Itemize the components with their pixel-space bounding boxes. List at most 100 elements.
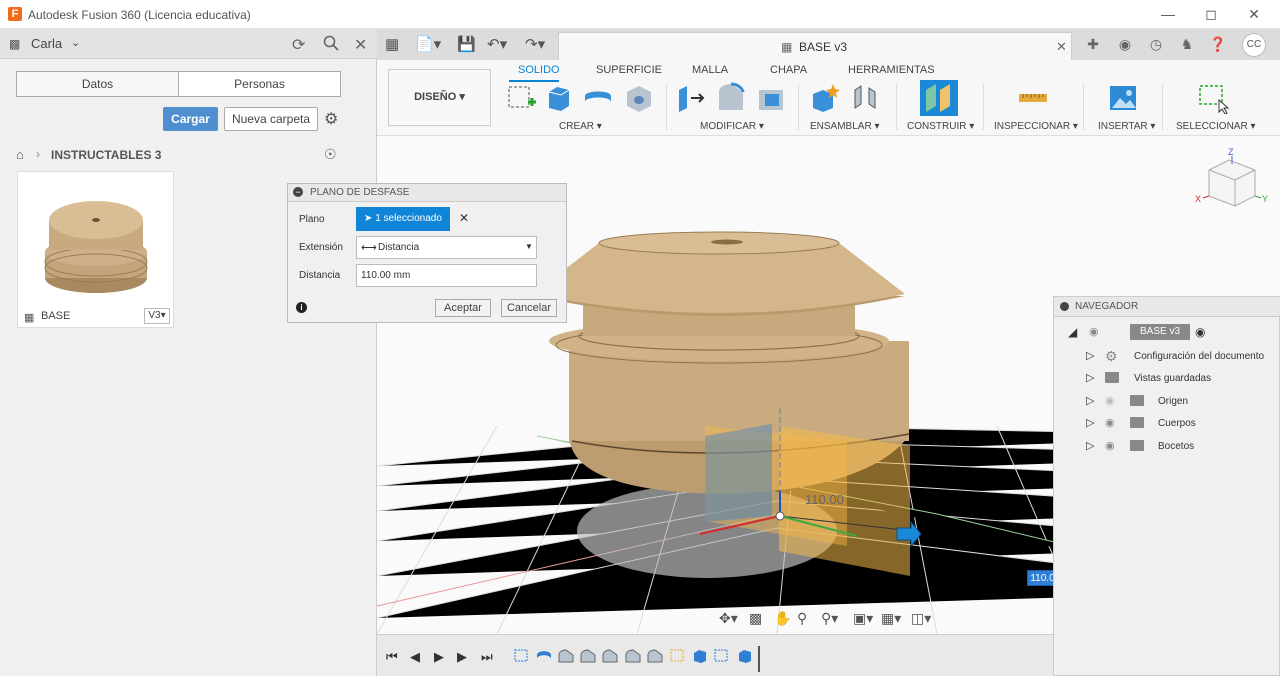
pan-icon[interactable]: ✋ bbox=[774, 610, 791, 627]
tab-datos[interactable]: Datos bbox=[16, 71, 179, 97]
avatar[interactable]: CC bbox=[1242, 33, 1266, 57]
expand-icon[interactable]: ▷ bbox=[1086, 349, 1094, 362]
fillet-feature-icon[interactable] bbox=[580, 649, 596, 663]
notifications-icon[interactable]: ♞ bbox=[1177, 34, 1197, 54]
press-pull-icon[interactable] bbox=[675, 82, 707, 114]
tab-solido[interactable]: SOLIDO bbox=[518, 64, 560, 76]
undo-icon[interactable]: ↶▾ bbox=[487, 35, 507, 53]
search-icon[interactable] bbox=[323, 35, 339, 56]
create-sketch-icon[interactable] bbox=[506, 82, 538, 114]
new-component-icon[interactable] bbox=[809, 82, 841, 114]
workspace-switcher[interactable]: DISEÑO ▾ bbox=[388, 69, 491, 126]
home-icon[interactable]: ⌂ bbox=[16, 147, 24, 162]
extent-select[interactable]: ⟷ Distancia ▼ bbox=[356, 236, 537, 259]
dialog-header[interactable]: − PLANO DE DESFASE bbox=[288, 184, 566, 202]
viewports-icon[interactable]: ◫▾ bbox=[911, 610, 931, 627]
ok-button[interactable]: Aceptar bbox=[435, 299, 491, 317]
group-construir[interactable]: CONSTRUIR ▾ bbox=[907, 121, 974, 132]
group-crear[interactable]: CREAR ▾ bbox=[559, 121, 602, 132]
collapse-icon[interactable] bbox=[1060, 302, 1069, 311]
expand-icon[interactable]: ▷ bbox=[1086, 416, 1094, 429]
orbit-icon[interactable]: ✥▾ bbox=[719, 610, 738, 627]
clear-selection-icon[interactable]: ✕ bbox=[459, 211, 469, 225]
document-tab[interactable]: ▦ BASE v3 ✕ bbox=[558, 32, 1072, 60]
fillet-icon[interactable] bbox=[715, 82, 747, 114]
activate-component-icon[interactable]: ◉ bbox=[1195, 325, 1205, 339]
navigator-root[interactable]: ◢ ◉ BASE v3 ◉ bbox=[1054, 324, 1280, 344]
joint-icon[interactable] bbox=[849, 82, 881, 114]
close-panel-icon[interactable]: ✕ bbox=[354, 35, 367, 55]
extrude-icon[interactable] bbox=[543, 82, 575, 114]
globe-icon[interactable]: ☉ bbox=[324, 146, 337, 163]
group-ensamblar[interactable]: ENSAMBLAR ▾ bbox=[810, 121, 879, 132]
new-folder-button[interactable]: Nueva carpeta bbox=[224, 107, 318, 131]
file-card[interactable]: ▦ BASE V3▾ bbox=[17, 171, 174, 328]
tab-chapa[interactable]: CHAPA bbox=[770, 64, 807, 76]
sketch-feature-icon[interactable] bbox=[514, 649, 530, 663]
version-badge[interactable]: V3▾ bbox=[144, 308, 170, 324]
eye-icon[interactable]: ◉ bbox=[1105, 439, 1115, 452]
hidden-eye-icon[interactable]: ◉ bbox=[1105, 394, 1115, 407]
go-to-end-icon[interactable]: ⏭ bbox=[481, 649, 493, 665]
grid-apps-icon[interactable]: ▦ bbox=[385, 35, 399, 53]
revolve-feature-icon[interactable] bbox=[536, 649, 552, 663]
navigator-item[interactable]: ▷ Vistas guardadas bbox=[1054, 368, 1280, 388]
refresh-icon[interactable]: ⟳ bbox=[292, 35, 305, 55]
select-window-icon[interactable] bbox=[1197, 82, 1229, 114]
eye-icon[interactable]: ◉ bbox=[1105, 416, 1115, 429]
fillet-feature-icon[interactable] bbox=[602, 649, 618, 663]
step-back-icon[interactable]: ◀ bbox=[410, 649, 420, 665]
maximize-icon[interactable]: ◻ bbox=[1196, 4, 1226, 24]
navigator-item[interactable]: ▷ ◉ Bocetos bbox=[1054, 436, 1280, 456]
save-icon[interactable]: 💾 bbox=[457, 35, 476, 53]
hole-icon[interactable] bbox=[623, 82, 655, 114]
gear-icon[interactable]: ⚙ bbox=[324, 109, 338, 129]
extensions-icon[interactable]: ◉ bbox=[1115, 34, 1135, 54]
info-icon[interactable]: i bbox=[296, 302, 307, 313]
help-icon[interactable]: ❓ bbox=[1208, 34, 1228, 54]
shell-icon[interactable] bbox=[755, 82, 787, 114]
grid-settings-icon[interactable]: ▦▾ bbox=[881, 610, 901, 627]
navigator-item[interactable]: ▷ ⚙ Configuración del documento bbox=[1054, 346, 1280, 366]
upload-button[interactable]: Cargar bbox=[163, 107, 218, 131]
collapse-icon[interactable]: − bbox=[293, 187, 303, 197]
expand-icon[interactable]: ▷ bbox=[1086, 371, 1094, 384]
new-tab-icon[interactable]: ✚ bbox=[1083, 34, 1103, 54]
extrude-feature-icon[interactable] bbox=[692, 649, 708, 663]
close-tab-icon[interactable]: ✕ bbox=[1056, 39, 1067, 55]
look-at-icon[interactable]: ▩ bbox=[749, 610, 762, 627]
zoom-icon[interactable]: ⚲ bbox=[797, 610, 807, 627]
fillet-feature-icon[interactable] bbox=[625, 649, 641, 663]
distance-input[interactable]: 110.00 mm bbox=[356, 264, 537, 287]
go-to-start-icon[interactable]: ⏮ bbox=[386, 649, 398, 665]
expand-icon[interactable]: ▷ bbox=[1086, 439, 1094, 452]
offset-plane-icon[interactable] bbox=[920, 80, 958, 116]
insert-image-icon[interactable] bbox=[1107, 82, 1139, 114]
tab-herramientas[interactable]: HERRAMIENTAS bbox=[848, 64, 935, 76]
play-icon[interactable]: ▶ bbox=[434, 649, 444, 665]
navigator-header[interactable]: NAVEGADOR bbox=[1054, 297, 1280, 317]
navigator-item[interactable]: ▷ ◉ Cuerpos bbox=[1054, 413, 1280, 433]
sketch-feature-icon[interactable] bbox=[714, 649, 730, 663]
redo-icon[interactable]: ↷▾ bbox=[525, 35, 545, 53]
chevron-down-icon[interactable]: ⌄ bbox=[71, 36, 80, 49]
breadcrumb-project[interactable]: INSTRUCTABLES 3 bbox=[51, 148, 161, 162]
group-modificar[interactable]: MODIFICAR ▾ bbox=[700, 121, 764, 132]
group-insertar[interactable]: INSERTAR ▾ bbox=[1098, 121, 1155, 132]
file-menu-icon[interactable]: 📄▾ bbox=[415, 35, 441, 53]
group-seleccionar[interactable]: SELECCIONAR ▾ bbox=[1176, 121, 1255, 132]
view-cube[interactable] bbox=[1204, 158, 1260, 210]
expand-icon[interactable]: ▷ bbox=[1086, 394, 1094, 407]
tab-superficie[interactable]: SUPERFICIE bbox=[596, 64, 662, 76]
navigator-item[interactable]: ▷ ◉ Origen bbox=[1054, 391, 1280, 411]
step-forward-icon[interactable]: ▶ bbox=[457, 649, 467, 665]
minimize-icon[interactable]: — bbox=[1153, 4, 1183, 24]
measure-icon[interactable] bbox=[1017, 82, 1049, 114]
cancel-button[interactable]: Cancelar bbox=[501, 299, 557, 317]
close-window-icon[interactable]: ✕ bbox=[1239, 4, 1269, 24]
revolve-icon[interactable] bbox=[582, 82, 614, 114]
display-settings-icon[interactable]: ▣▾ bbox=[853, 610, 873, 627]
job-status-icon[interactable]: ◷ bbox=[1146, 34, 1166, 54]
fillet-feature-icon[interactable] bbox=[558, 649, 574, 663]
fillet-feature-icon[interactable] bbox=[647, 649, 663, 663]
